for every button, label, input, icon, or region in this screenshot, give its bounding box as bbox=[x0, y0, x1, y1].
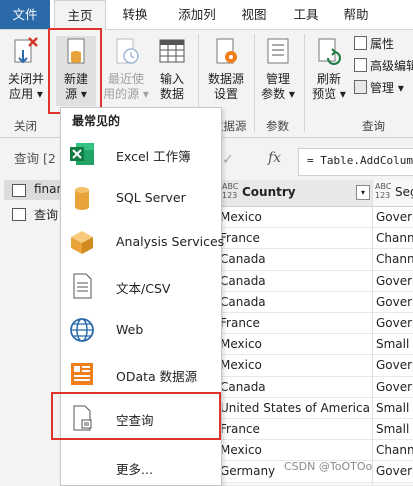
cube-icon bbox=[71, 231, 93, 254]
formula-check-icon[interactable]: ✓ bbox=[222, 152, 234, 168]
cell-country[interactable]: Mexico bbox=[220, 440, 372, 461]
formula-text: = Table.AddColum bbox=[307, 154, 413, 167]
menu-item-odata[interactable]: OData 数据源 bbox=[61, 354, 221, 394]
cell-country[interactable]: Mexico bbox=[220, 207, 372, 228]
filter-dropdown-icon[interactable]: ▾ bbox=[356, 185, 370, 200]
tab-home[interactable]: 主页 bbox=[54, 0, 106, 31]
tab-help[interactable]: 帮助 bbox=[336, 0, 376, 29]
fx-icon[interactable]: fx bbox=[268, 150, 281, 166]
new-source-highlight bbox=[48, 28, 102, 114]
cell-segment[interactable]: Govern bbox=[376, 271, 413, 292]
tab-transform[interactable]: 转换 bbox=[112, 0, 158, 29]
cell-country[interactable]: Mexico bbox=[220, 334, 372, 355]
manage-parameters-button[interactable]: 管理 参数 ▾ bbox=[258, 36, 298, 102]
cell-country[interactable]: France bbox=[220, 419, 372, 440]
cell-country[interactable]: Canada bbox=[220, 292, 372, 313]
text-file-icon bbox=[73, 273, 92, 299]
menu-bar: 文件 主页 转换 添加列 视图 工具 帮助 bbox=[0, 0, 413, 31]
properties-icon bbox=[354, 36, 367, 50]
cell-country[interactable]: Canada bbox=[220, 249, 372, 270]
column-header-segment[interactable]: ABC123 Seg bbox=[373, 180, 413, 207]
column-header-country[interactable]: ABC 123 Country ▾ bbox=[220, 180, 372, 207]
table-icon bbox=[12, 208, 26, 221]
enter-data-button[interactable]: 输入 数据 bbox=[152, 36, 192, 102]
watermark: CSDN @ToOTOo bbox=[284, 460, 373, 473]
tab-tools[interactable]: 工具 bbox=[286, 0, 326, 29]
data-grid: ABC123 Country ▾ ABC123 Seg MexicoGovern… bbox=[220, 180, 413, 484]
close-apply-button[interactable]: 关闭并 应用 ▾ bbox=[3, 36, 49, 102]
odata-icon bbox=[71, 363, 93, 385]
tab-add-column[interactable]: 添加列 bbox=[170, 0, 224, 29]
queries-title: 查询 [2 bbox=[14, 151, 56, 166]
database-icon bbox=[75, 187, 89, 210]
menu-item-web[interactable]: Web bbox=[61, 310, 221, 350]
close-apply-icon bbox=[14, 37, 38, 64]
type-icon: ABC 123 bbox=[222, 182, 239, 200]
menu-item-analysis-services[interactable]: Analysis Services bbox=[61, 222, 224, 262]
formula-bar[interactable]: = Table.AddColum bbox=[298, 148, 413, 176]
table-icon bbox=[12, 184, 26, 197]
group-label-query: 查询 bbox=[362, 119, 385, 133]
cell-segment[interactable]: Small B bbox=[376, 419, 413, 440]
parameters-icon bbox=[267, 38, 289, 64]
cell-country[interactable]: Canada bbox=[220, 271, 372, 292]
cell-segment[interactable]: Govern bbox=[376, 292, 413, 313]
dropdown-header: 最常见的 bbox=[72, 114, 121, 128]
column-divider bbox=[372, 180, 373, 484]
menu-item-excel[interactable]: Excel 工作簿 bbox=[61, 134, 221, 174]
cell-segment[interactable]: Govern bbox=[376, 355, 413, 376]
menu-item-sql-server[interactable]: SQL Server bbox=[61, 178, 221, 218]
query-item-finan[interactable]: finan bbox=[4, 180, 64, 200]
properties-button[interactable]: 属性 bbox=[354, 36, 394, 52]
advanced-editor-button[interactable]: 高级编辑 bbox=[354, 58, 413, 74]
refresh-preview-button[interactable]: 刷新 预览 ▾ bbox=[308, 36, 350, 102]
menu-item-more[interactable]: 更多... bbox=[61, 454, 221, 480]
recent-sources-icon bbox=[116, 38, 139, 64]
cell-segment[interactable]: Govern bbox=[376, 313, 413, 334]
refresh-icon bbox=[318, 38, 341, 65]
tab-file[interactable]: 文件 bbox=[0, 0, 50, 29]
datasource-settings-icon bbox=[216, 38, 237, 64]
cell-country[interactable]: France bbox=[220, 313, 372, 334]
cell-country[interactable]: Canada bbox=[220, 377, 372, 398]
cell-segment[interactable]: Small B bbox=[376, 334, 413, 355]
cell-segment[interactable]: Channe bbox=[376, 440, 413, 461]
excel-icon bbox=[70, 143, 94, 165]
query-item-query[interactable]: 查询 bbox=[4, 204, 60, 224]
tab-view[interactable]: 视图 bbox=[234, 0, 274, 29]
globe-icon bbox=[70, 318, 94, 342]
menu-item-text-csv[interactable]: 文本/CSV bbox=[61, 266, 221, 306]
cell-country[interactable]: Mexico bbox=[220, 355, 372, 376]
recent-sources-button[interactable]: 最近使 用的源 ▾ bbox=[102, 36, 150, 102]
group-label-close: 关闭 bbox=[14, 119, 37, 133]
separator bbox=[254, 34, 255, 132]
cell-segment[interactable]: Govern bbox=[376, 461, 413, 482]
row-divider bbox=[220, 481, 413, 483]
blank-query-highlight bbox=[51, 392, 221, 440]
table-icon bbox=[159, 39, 185, 63]
new-source-dropdown: 最常见的 Excel 工作簿 SQL Server Analysis Servi… bbox=[51, 107, 224, 486]
type-icon: ABC 123 bbox=[375, 182, 392, 200]
cell-segment[interactable]: Govern bbox=[376, 207, 413, 228]
separator bbox=[304, 34, 305, 132]
cell-segment[interactable]: Channe bbox=[376, 228, 413, 249]
cell-country[interactable]: United States of America bbox=[220, 398, 372, 419]
manage-icon bbox=[354, 80, 367, 94]
datasource-settings-button[interactable]: 数据源 设置 bbox=[202, 36, 250, 102]
manage-button[interactable]: 管理 ▾ bbox=[354, 80, 404, 96]
cell-segment[interactable]: Small B bbox=[376, 398, 413, 419]
cell-segment[interactable]: Channe bbox=[376, 249, 413, 270]
cell-segment[interactable]: Govern bbox=[376, 377, 413, 398]
group-label-parameters: 参数 bbox=[266, 119, 289, 133]
advanced-editor-icon bbox=[354, 58, 367, 72]
cell-country[interactable]: France bbox=[220, 228, 372, 249]
